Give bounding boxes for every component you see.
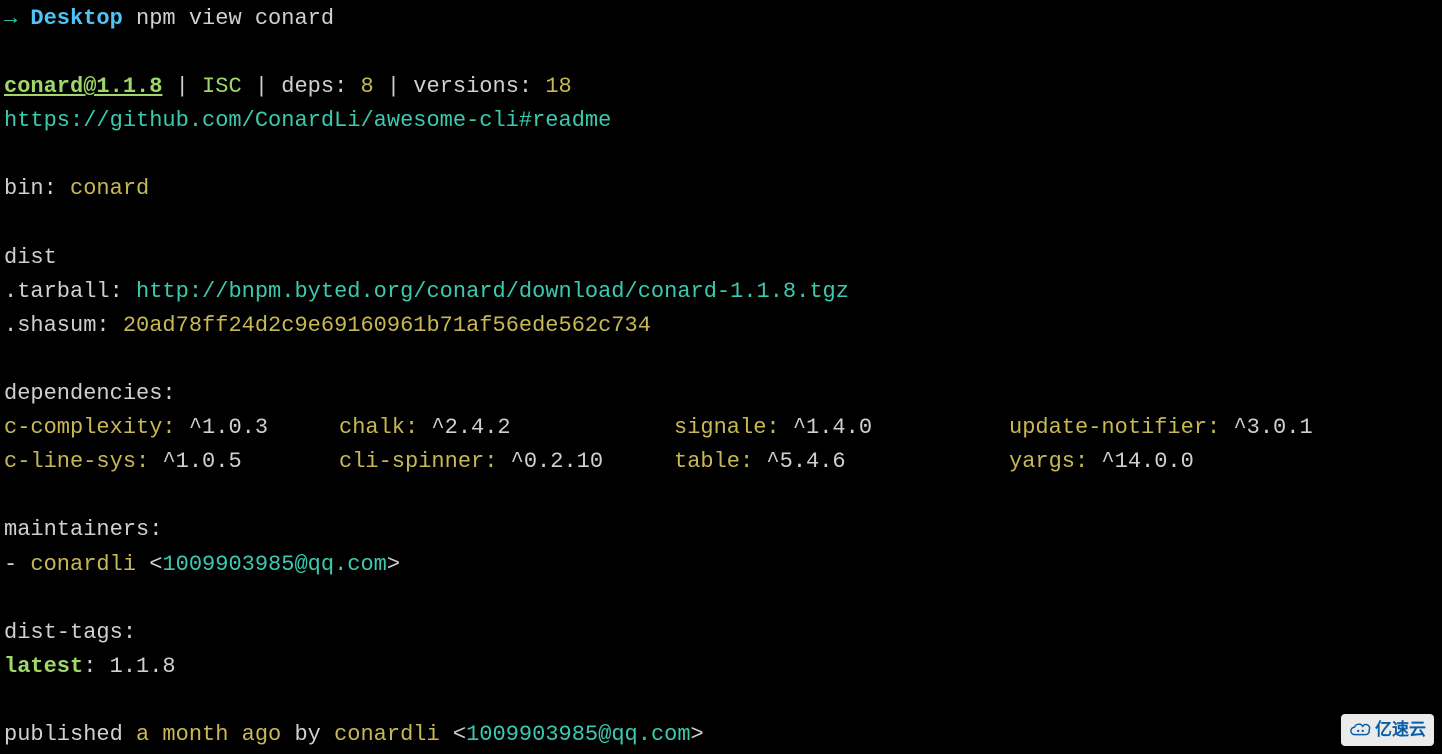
dependency-item: signale: ^1.4.0 bbox=[674, 411, 1009, 445]
dependency-item: c-line-sys: ^1.0.5 bbox=[4, 445, 339, 479]
published-email[interactable]: 1009903985@qq.com bbox=[466, 722, 690, 747]
dependencies-grid: c-complexity: ^1.0.3 chalk: ^2.4.2 signa… bbox=[4, 411, 1438, 479]
tarball-url[interactable]: http://bnpm.byted.org/conard/download/co… bbox=[136, 279, 849, 304]
versions-label: versions: bbox=[413, 74, 532, 99]
dist-tag-line: latest: 1.1.8 bbox=[4, 650, 1438, 684]
dependency-item: yargs: ^14.0.0 bbox=[1009, 445, 1438, 479]
package-name: conard bbox=[4, 74, 83, 99]
dependency-item: cli-spinner: ^0.2.10 bbox=[339, 445, 674, 479]
shasum-line: .shasum: 20ad78ff24d2c9e69160961b71af56e… bbox=[4, 309, 1438, 343]
dist-header: dist bbox=[4, 241, 1438, 275]
published-line: published a month ago by conardli <10099… bbox=[4, 718, 1438, 752]
bin-line: bin: conard bbox=[4, 172, 1438, 206]
maintainer-line: - conardli <1009903985@qq.com> bbox=[4, 548, 1438, 582]
tarball-label: .tarball: bbox=[4, 279, 123, 304]
dependency-item: table: ^5.4.6 bbox=[674, 445, 1009, 479]
repo-url[interactable]: https://github.com/ConardLi/awesome-cli#… bbox=[4, 108, 611, 133]
shasum-value: 20ad78ff24d2c9e69160961b71af56ede562c734 bbox=[123, 313, 651, 338]
deps-label: deps: bbox=[281, 74, 347, 99]
published-author: conardli bbox=[334, 722, 440, 747]
tarball-line: .tarball: http://bnpm.byted.org/conard/d… bbox=[4, 275, 1438, 309]
dependency-item: update-notifier: ^3.0.1 bbox=[1009, 411, 1438, 445]
package-version: 1.1.8 bbox=[96, 74, 162, 99]
package-at: @ bbox=[83, 74, 96, 99]
versions-count: 18 bbox=[545, 74, 571, 99]
license: ISC bbox=[202, 74, 242, 99]
tag-version: 1.1.8 bbox=[110, 654, 176, 679]
command-text[interactable]: npm view conard bbox=[136, 6, 334, 31]
dependency-item: chalk: ^2.4.2 bbox=[339, 411, 674, 445]
prompt-location: Desktop bbox=[30, 6, 122, 31]
published-ago: a month ago bbox=[136, 722, 281, 747]
dist-tags-header: dist-tags: bbox=[4, 616, 1438, 650]
maintainer-name: conardli bbox=[30, 552, 136, 577]
maintainers-header: maintainers: bbox=[4, 513, 1438, 547]
cloud-icon bbox=[1349, 721, 1371, 739]
dependency-item: c-complexity: ^1.0.3 bbox=[4, 411, 339, 445]
package-header-line: conard@1.1.8 | ISC | deps: 8 | versions:… bbox=[4, 70, 1438, 104]
deps-count: 8 bbox=[360, 74, 373, 99]
bin-label: bin: bbox=[4, 176, 57, 201]
package-url-line: https://github.com/ConardLi/awesome-cli#… bbox=[4, 104, 1438, 138]
watermark-text: 亿速云 bbox=[1375, 717, 1426, 743]
bin-value: conard bbox=[70, 176, 149, 201]
prompt-arrow: → bbox=[4, 6, 17, 31]
prompt-line: → Desktop npm view conard bbox=[4, 2, 1438, 36]
dependencies-header: dependencies: bbox=[4, 377, 1438, 411]
maintainer-email[interactable]: 1009903985@qq.com bbox=[162, 552, 386, 577]
shasum-label: .shasum: bbox=[4, 313, 110, 338]
tag-latest: latest bbox=[4, 654, 83, 679]
watermark-badge: 亿速云 bbox=[1341, 714, 1434, 746]
terminal-output: → Desktop npm view conard conard@1.1.8 |… bbox=[0, 0, 1442, 754]
